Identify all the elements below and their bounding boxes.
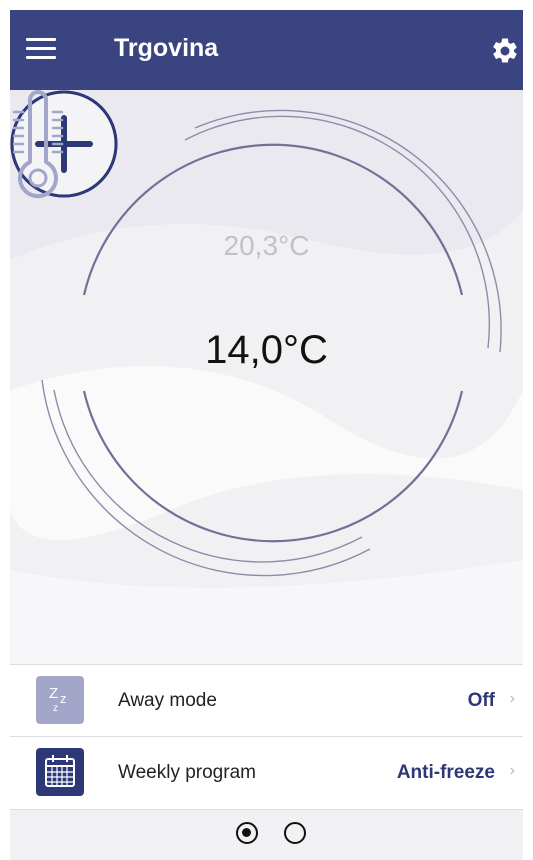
calendar-icon	[36, 748, 84, 796]
svg-text:z: z	[53, 703, 58, 714]
target-temperature: 14,0°C	[205, 328, 328, 372]
app-screen: Trgovina 20,3°C 14,0°C Z z z Away mode O…	[10, 10, 523, 860]
hamburger-menu-icon[interactable]	[26, 38, 60, 62]
weekly-program-value: Anti-freeze	[396, 762, 495, 783]
chevron-right-icon: ›	[509, 762, 515, 779]
thermometer-icon	[12, 90, 64, 199]
chevron-right-icon: ›	[509, 690, 515, 707]
app-header: Trgovina	[10, 10, 523, 90]
weekly-program-row[interactable]: Weekly program Anti-freeze ›	[10, 736, 523, 810]
page-dot-2[interactable]	[284, 822, 306, 844]
page-title: Trgovina	[114, 34, 219, 62]
weekly-program-label: Weekly program	[118, 762, 256, 783]
svg-text:z: z	[60, 691, 67, 706]
away-mode-value: Off	[467, 690, 495, 711]
away-mode-row[interactable]: Z z z Away mode Off ›	[10, 664, 523, 737]
thermostat-panel: 20,3°C 14,0°C	[10, 90, 523, 664]
page-indicator	[236, 822, 316, 852]
sleep-zzz-icon: Z z z	[36, 676, 84, 724]
page-dot-1[interactable]	[236, 822, 258, 844]
svg-text:Z: Z	[49, 685, 58, 702]
gear-icon[interactable]	[490, 36, 520, 66]
current-temperature: 20,3°C	[223, 230, 310, 261]
away-mode-label: Away mode	[118, 690, 217, 711]
